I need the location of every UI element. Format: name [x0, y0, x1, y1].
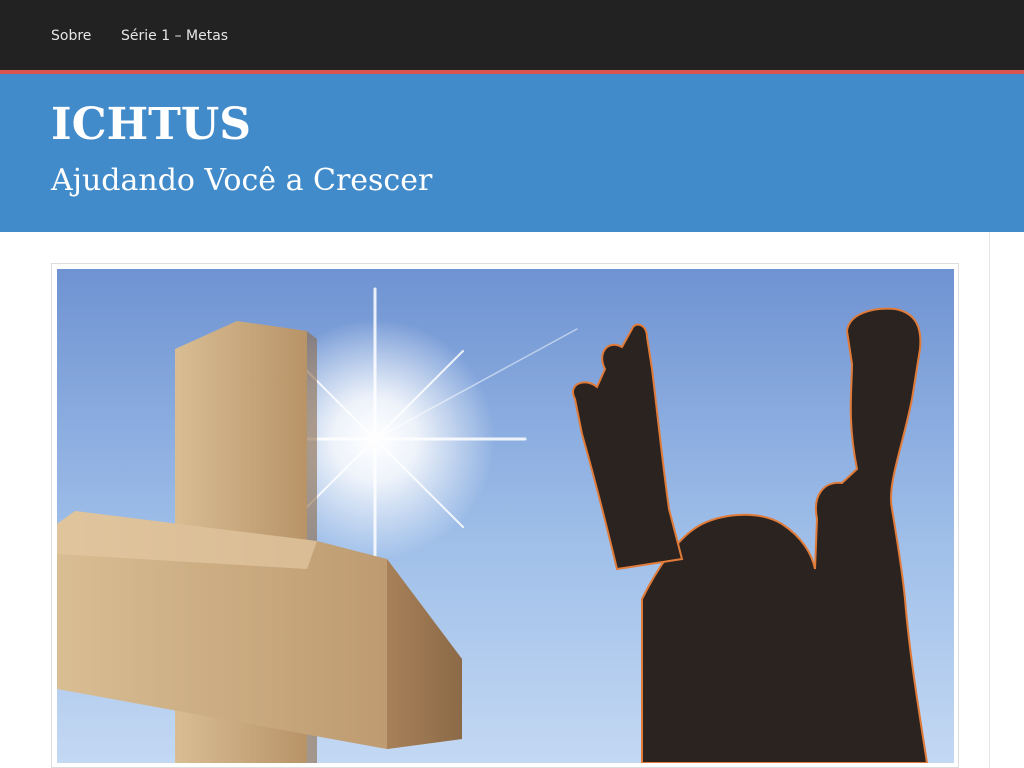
hero-image [57, 269, 954, 763]
site-title[interactable]: ICHTUS [51, 98, 251, 152]
nav-link-serie-1-metas[interactable]: Série 1 – Metas [121, 27, 228, 45]
nav-link-sobre[interactable]: Sobre [51, 27, 91, 45]
top-navigation-bar: Sobre Série 1 – Metas [0, 0, 1024, 70]
site-tagline: Ajudando Você a Crescer [51, 163, 433, 198]
sidebar-divider [989, 232, 990, 768]
